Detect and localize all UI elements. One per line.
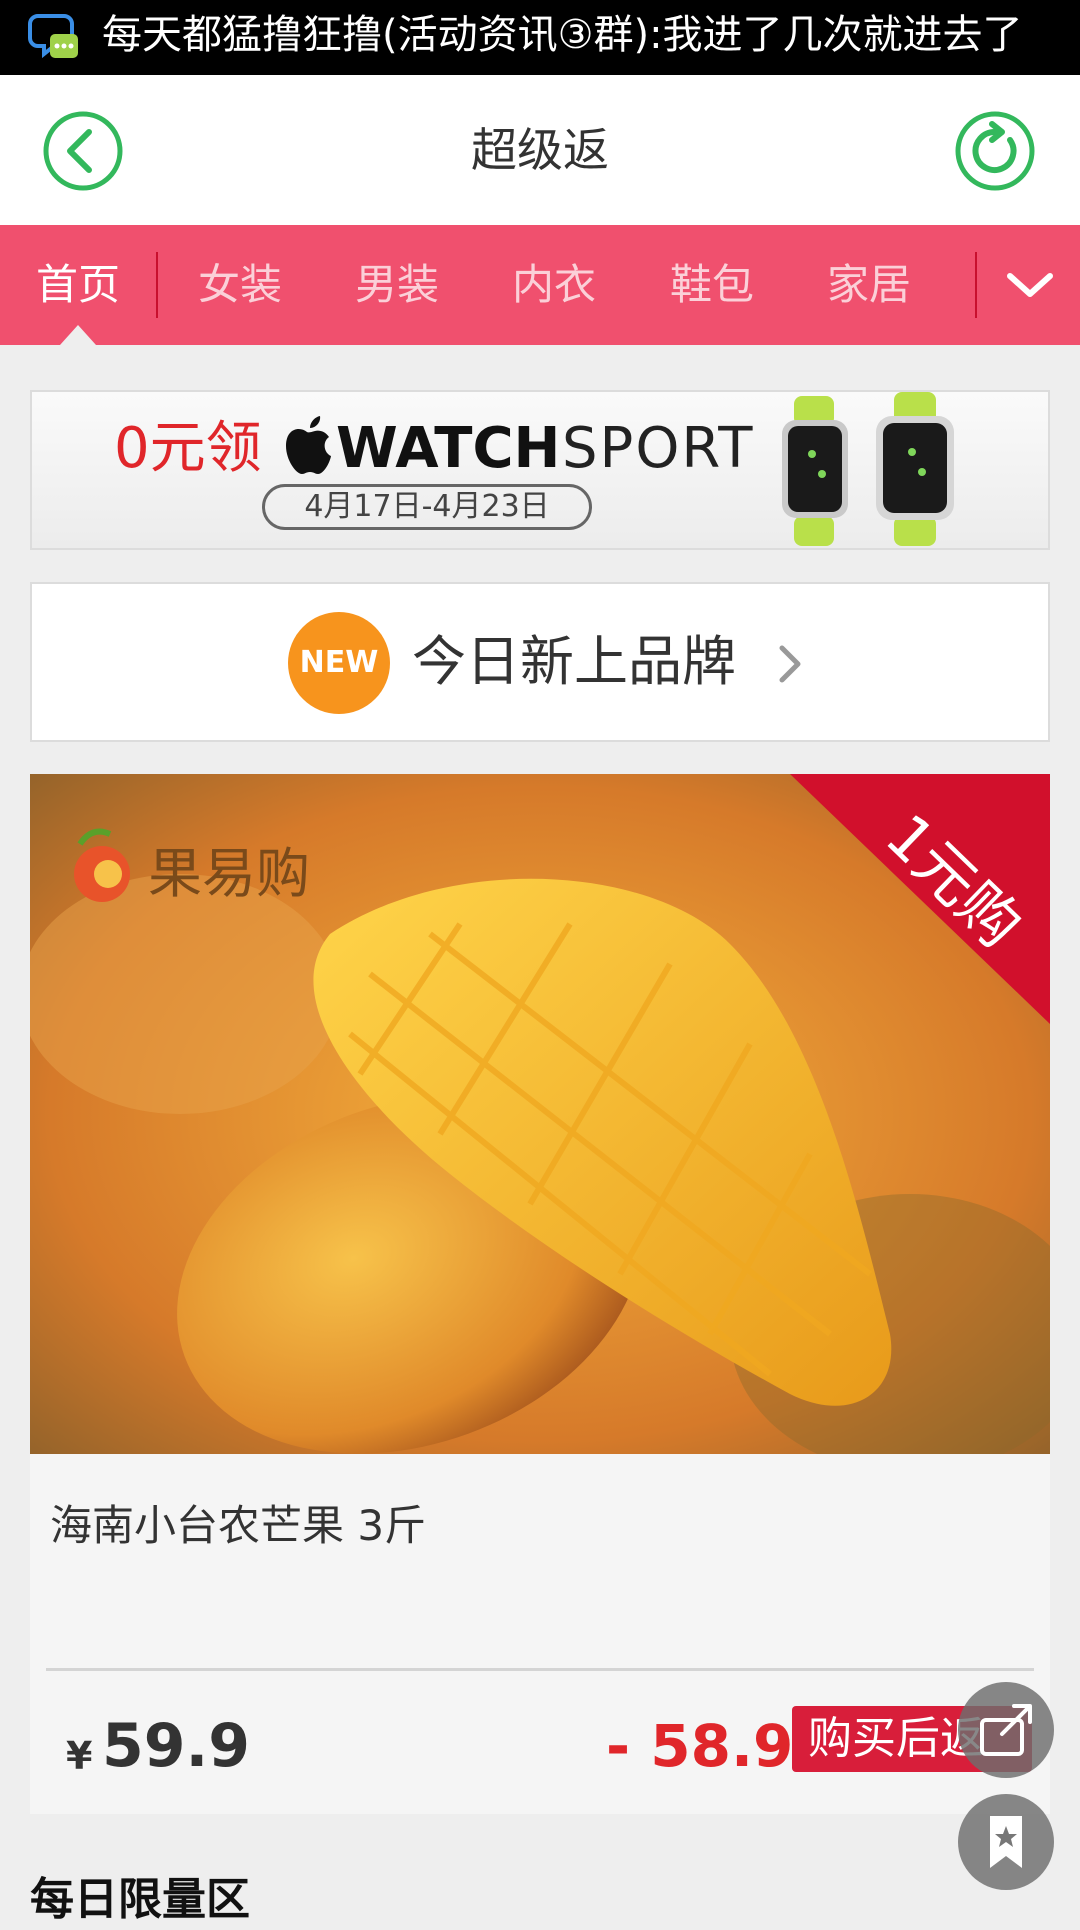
banner-suffix: SPORT xyxy=(562,416,755,481)
notification-text: 每天都猛撸狂撸(活动资讯③群):我进了几次就进去了 xyxy=(102,12,1023,58)
active-tab-indicator xyxy=(60,325,96,345)
product-divider xyxy=(46,1668,1034,1671)
apple-logo-icon xyxy=(286,416,331,474)
banner-brand: WATCH xyxy=(336,416,561,481)
tab-womens[interactable]: 女装 xyxy=(198,255,282,315)
share-icon xyxy=(980,1704,1032,1756)
notification-bar[interactable]: 每天都猛撸狂撸(活动资讯③群):我进了几次就进去了 xyxy=(0,0,1080,75)
chat-bubble-icon xyxy=(28,14,78,59)
section-title-daily-limited: 每日限量区 xyxy=(30,1874,250,1925)
tab-mens[interactable]: 男装 xyxy=(355,255,439,315)
tab-home[interactable]: 首页 xyxy=(36,255,120,315)
category-tab-bar: 首页 女装 男装 内衣 鞋包 家居 xyxy=(0,225,1080,345)
chevron-right-icon xyxy=(779,645,801,683)
bookmark-button[interactable] xyxy=(958,1794,1054,1890)
watch-product-image xyxy=(782,392,954,546)
new-brands-button[interactable]: NEW 今日新上品牌 xyxy=(30,582,1050,742)
new-badge: NEW xyxy=(288,612,390,714)
banner-dates: 4月17日-4月23日 xyxy=(262,484,592,530)
rebate-amount: - 58.9 xyxy=(606,1712,794,1780)
tab-underwear[interactable]: 内衣 xyxy=(512,255,596,315)
price-currency: ¥ xyxy=(66,1734,93,1778)
product-card[interactable]: 1元购 果易购 海南小台农芒果 3斤 ¥ 59.9 - 58.9 购买后返 xyxy=(30,774,1050,1814)
banner-prefix: 0元领 xyxy=(114,416,262,481)
chevron-down-icon[interactable] xyxy=(1000,260,1060,310)
promo-banner[interactable]: 0元领 WATCH SPORT 4月17日-4月23日 xyxy=(30,390,1050,550)
tab-divider xyxy=(975,252,977,318)
product-name: 海南小台农芒果 3斤 xyxy=(50,1501,427,1550)
mango-product-image[interactable]: 1元购 果易购 xyxy=(30,774,1050,1454)
refresh-icon[interactable] xyxy=(954,110,1036,192)
brand-logo-text: 果易购 xyxy=(148,842,310,905)
title-bar: 超级返 xyxy=(0,75,1080,225)
tab-shoes-bags[interactable]: 鞋包 xyxy=(670,255,754,315)
page-title: 超级返 xyxy=(471,123,609,177)
tab-divider xyxy=(156,252,158,318)
share-button[interactable] xyxy=(958,1682,1054,1778)
tab-home-goods[interactable]: 家居 xyxy=(827,255,911,315)
product-price: 59.9 xyxy=(102,1711,251,1781)
bookmark-icon xyxy=(990,1816,1022,1868)
new-brands-label: 今日新上品牌 xyxy=(412,630,736,693)
